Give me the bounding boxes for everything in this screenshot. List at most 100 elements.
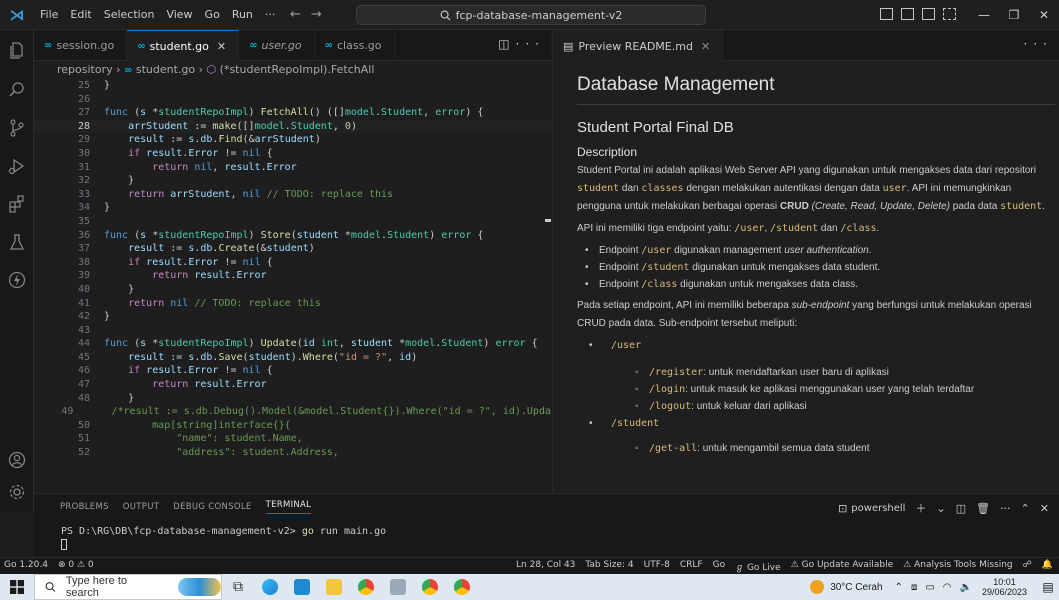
- student-sub-list: /get-all: untuk mengambil semua data stu…: [577, 440, 1055, 457]
- terminal-shell-name[interactable]: powershell: [851, 503, 905, 514]
- minimap-cursor-marker: [545, 219, 551, 222]
- warning-icon: ⚠: [903, 560, 915, 570]
- toggle-panel-icon[interactable]: [901, 8, 914, 20]
- explorer-icon[interactable]: [7, 40, 27, 60]
- tab-session-go[interactable]: ∞ session.go: [34, 30, 128, 61]
- chrome-profile-icon[interactable]: [414, 574, 446, 600]
- menu-file[interactable]: File: [34, 0, 64, 30]
- run-debug-icon[interactable]: [7, 156, 27, 176]
- file-explorer-icon[interactable]: [318, 574, 350, 600]
- feedback-icon[interactable]: ☍: [1023, 560, 1032, 573]
- tab-preview-readme[interactable]: ▤ Preview README.md ✕: [553, 30, 724, 61]
- terminal-output[interactable]: PS D:\RG\DB\fcp-database-management-v2> …: [34, 520, 1059, 553]
- weather-widget[interactable]: 30°C Cerah: [810, 580, 883, 594]
- menu-run[interactable]: Run: [226, 0, 259, 30]
- go-lightning-icon[interactable]: [7, 270, 27, 290]
- menu-more[interactable]: ···: [259, 0, 282, 30]
- clock[interactable]: 10:01 29/06/2023: [982, 577, 1027, 597]
- edge-browser-icon[interactable]: [254, 574, 286, 600]
- taskbar-search-box[interactable]: Type here to search: [34, 574, 222, 600]
- status-bar: Go 1.20.4 ⊗ 0 ⚠ 0 Ln 28, Col 43 Tab Size…: [0, 557, 1059, 574]
- navigation-arrows: ←→: [290, 7, 332, 22]
- system-tray: 30°C Cerah ⌃ ⧈ ▭ ◠ 🔈 10:01 29/06/2023 ▤: [810, 574, 1059, 600]
- customize-layout-icon[interactable]: [943, 8, 956, 20]
- windows-start-icon[interactable]: [0, 574, 34, 600]
- command-center[interactable]: fcp-database-management-v2: [356, 5, 706, 25]
- tab-output[interactable]: OUTPUT: [123, 502, 159, 512]
- status-go-version[interactable]: Go 1.20.4: [4, 560, 48, 570]
- preview-more-actions-icon[interactable]: ···: [1024, 37, 1053, 51]
- settings-gear-icon[interactable]: [7, 482, 27, 502]
- testing-flask-icon[interactable]: [7, 232, 27, 252]
- tab-class-go[interactable]: ∞ class.go: [315, 30, 395, 61]
- battery-icon[interactable]: ▭: [925, 582, 934, 593]
- notification-center-icon[interactable]: ▤: [1037, 580, 1059, 594]
- sun-icon: [810, 580, 825, 594]
- panel-actions: ⊡ powershell ＋ ⌄ ◫ 🗑 ··· ⌃ ✕: [838, 500, 1049, 516]
- close-panel-icon[interactable]: ✕: [1040, 502, 1049, 515]
- terminal-dropdown-icon[interactable]: ⌄: [936, 502, 945, 515]
- readme-subtitle: Student Portal Final DB: [577, 119, 734, 136]
- chrome-icon[interactable]: [350, 574, 382, 600]
- code-line: 34}: [77, 202, 111, 214]
- account-icon[interactable]: [7, 450, 27, 470]
- photos-app-icon[interactable]: [382, 574, 414, 600]
- status-language[interactable]: Go: [713, 560, 725, 573]
- tab-debug-console[interactable]: DEBUG CONSOLE: [173, 502, 251, 512]
- tab-problems[interactable]: PROBLEMS: [60, 502, 109, 512]
- menu-edit[interactable]: Edit: [64, 0, 97, 30]
- forward-arrow-icon[interactable]: →: [311, 7, 332, 22]
- breadcrumb-separator-icon: ›: [116, 63, 125, 76]
- new-terminal-icon[interactable]: ＋: [915, 500, 926, 516]
- code-line: 35: [77, 215, 90, 227]
- tab-student-go[interactable]: ∞ student.go ✕: [127, 30, 240, 61]
- more-actions-icon[interactable]: ···: [516, 37, 545, 51]
- breadcrumb-folder[interactable]: repository: [57, 63, 113, 76]
- search-placeholder: Type here to search: [65, 575, 127, 599]
- more-actions-icon[interactable]: ···: [1000, 502, 1011, 515]
- status-problems[interactable]: ⊗ 0 ⚠ 0: [58, 560, 94, 570]
- status-eol[interactable]: CRLF: [680, 560, 703, 573]
- breadcrumb-symbol[interactable]: (*studentRepoImpl).FetchAll: [220, 63, 375, 76]
- status-encoding[interactable]: UTF-8: [644, 560, 670, 573]
- toggle-sidebar-icon[interactable]: [880, 8, 893, 20]
- close-tab-icon[interactable]: ✕: [217, 40, 226, 53]
- source-control-icon[interactable]: [7, 118, 27, 138]
- back-arrow-icon[interactable]: ←: [290, 7, 311, 22]
- menu-go[interactable]: Go: [199, 0, 226, 30]
- split-terminal-icon[interactable]: ◫: [956, 502, 966, 515]
- close-tab-icon[interactable]: ✕: [701, 40, 710, 53]
- tab-user-go[interactable]: ∞ user.go: [239, 30, 315, 61]
- wifi-icon[interactable]: ◠: [943, 582, 952, 593]
- maximize-panel-icon[interactable]: ⌃: [1021, 502, 1030, 515]
- menu-view[interactable]: View: [160, 0, 198, 30]
- status-cursor-position[interactable]: Ln 28, Col 43: [516, 560, 575, 573]
- tray-app-icon[interactable]: ⧈: [911, 582, 917, 593]
- status-go-update[interactable]: ⚠ Go Update Available: [791, 560, 893, 573]
- breadcrumb-file[interactable]: student.go: [136, 63, 195, 76]
- toggle-secondary-sidebar-icon[interactable]: [922, 8, 935, 20]
- close-window-icon[interactable]: ✕: [1029, 0, 1059, 30]
- code-line: 27 func (s *studentRepoImpl) FetchAll() (…: [77, 107, 484, 119]
- task-view-icon[interactable]: ⧉: [222, 574, 254, 600]
- minimize-icon[interactable]: —: [969, 0, 999, 30]
- kill-terminal-icon[interactable]: 🗑: [976, 502, 990, 515]
- vscode-app-icon[interactable]: [286, 574, 318, 600]
- split-editor-icon[interactable]: ◫: [498, 37, 515, 51]
- search-view-icon[interactable]: [7, 80, 27, 100]
- chrome-profile-2-icon[interactable]: [446, 574, 478, 600]
- user-sub-list: /register: untuk mendaftarkan user baru …: [577, 364, 1055, 415]
- restore-icon[interactable]: ❐: [999, 0, 1029, 30]
- volume-icon[interactable]: 🔈: [960, 582, 972, 593]
- status-tab-size[interactable]: Tab Size: 4: [585, 560, 633, 573]
- status-analysis-tools[interactable]: ⚠ Analysis Tools Missing: [903, 560, 1012, 573]
- menu-selection[interactable]: Selection: [98, 0, 161, 30]
- code-line: 30 if result.Error != nil {: [77, 147, 273, 159]
- status-go-live[interactable]: ℊ Go Live: [735, 560, 781, 573]
- notifications-bell-icon[interactable]: 🔔: [1042, 560, 1053, 573]
- extensions-icon[interactable]: [7, 194, 27, 214]
- editor-tab-bar: ∞ session.go ∞ student.go ✕ ∞ user.go ∞ …: [34, 30, 551, 61]
- tray-chevron-icon[interactable]: ⌃: [895, 582, 903, 593]
- tab-terminal[interactable]: TERMINAL: [265, 500, 312, 514]
- code-editor[interactable]: 25} 26 27 func (s *studentRepoImpl) Fetch…: [34, 79, 551, 460]
